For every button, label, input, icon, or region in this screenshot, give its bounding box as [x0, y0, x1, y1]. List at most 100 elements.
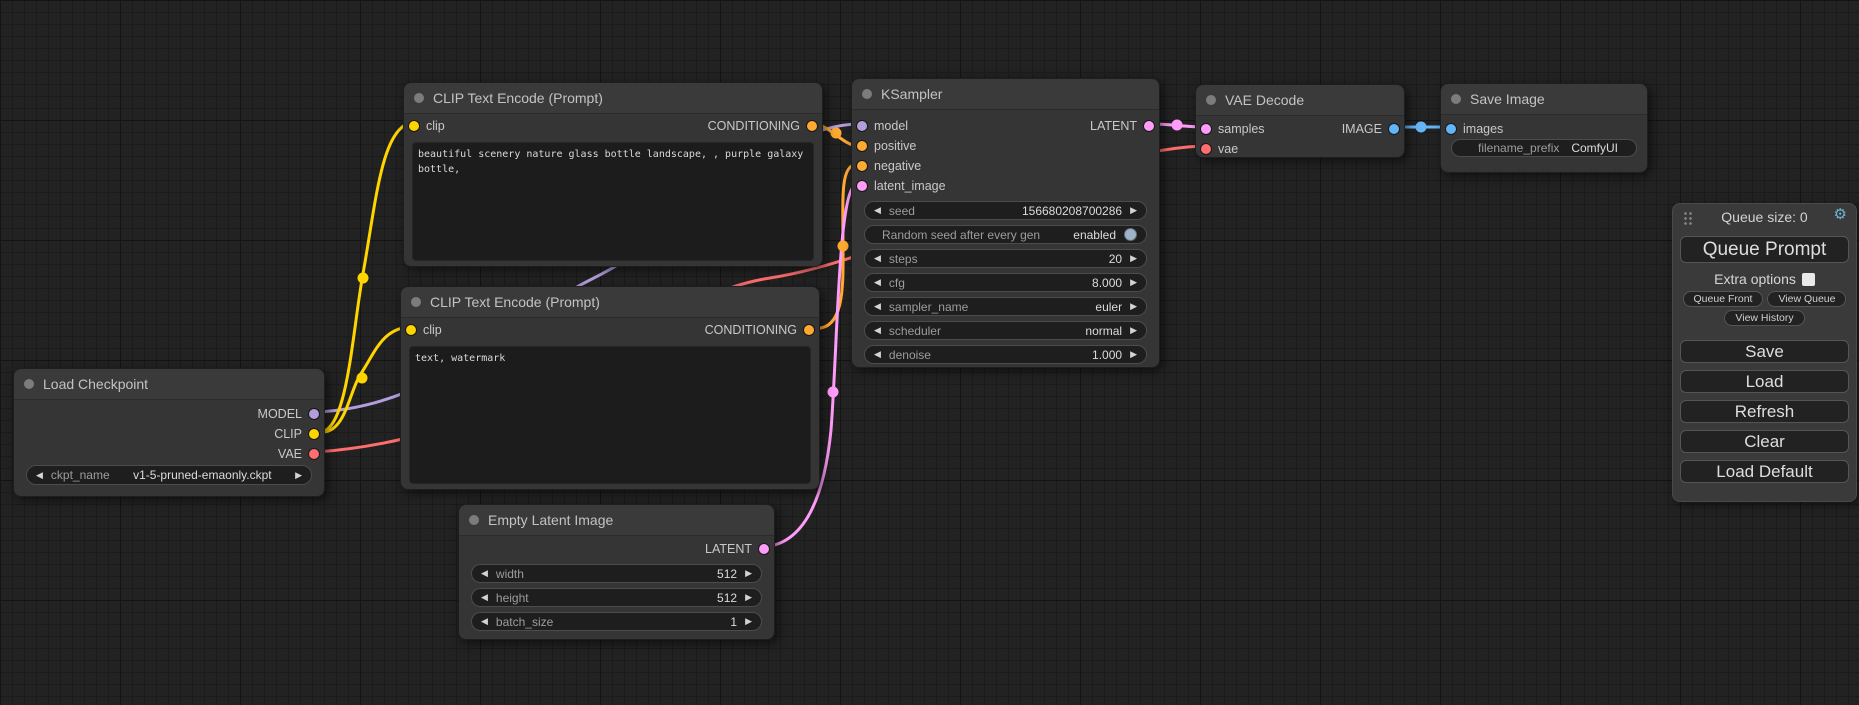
increment-arrow-icon[interactable]: ▶ — [745, 593, 752, 602]
latent-output-port[interactable] — [1144, 121, 1154, 131]
model-output-port[interactable] — [309, 409, 319, 419]
node-title-bar[interactable]: CLIP Text Encode (Prompt) — [401, 287, 819, 318]
link-dot[interactable] — [838, 241, 849, 252]
sampler-name-widget[interactable]: ◀ sampler_name euler ▶ — [864, 297, 1147, 316]
node-title-bar[interactable]: KSampler — [852, 79, 1159, 110]
collapse-dot-icon[interactable] — [1206, 95, 1216, 105]
steps-widget[interactable]: ◀ steps 20 ▶ — [864, 249, 1147, 268]
node-clip-text-encode-negative[interactable]: CLIP Text Encode (Prompt) clip CONDITION… — [400, 286, 820, 490]
increment-arrow-icon[interactable]: ▶ — [745, 569, 752, 578]
decrement-arrow-icon[interactable]: ◀ — [481, 617, 488, 626]
height-widget[interactable]: ◀ height 512 ▶ — [471, 588, 762, 607]
node-vae-decode[interactable]: VAE Decode samples IMAGE vae — [1195, 84, 1405, 158]
link-dot[interactable] — [1172, 120, 1183, 131]
node-ksampler[interactable]: KSampler model LATENT positive negative … — [851, 78, 1160, 368]
cfg-widget[interactable]: ◀ cfg 8.000 ▶ — [864, 273, 1147, 292]
node-empty-latent-image[interactable]: Empty Latent Image LATENT ◀ width 512 ▶ … — [458, 504, 775, 640]
vae-output-port[interactable] — [309, 449, 319, 459]
decrement-arrow-icon[interactable]: ◀ — [874, 278, 881, 287]
collapse-dot-icon[interactable] — [862, 89, 872, 99]
node-title: CLIP Text Encode (Prompt) — [430, 294, 600, 310]
link-dot[interactable] — [828, 387, 839, 398]
view-history-button[interactable]: View History — [1724, 310, 1804, 326]
node-title: Load Checkpoint — [43, 376, 148, 392]
samples-input-port[interactable] — [1201, 124, 1211, 134]
increment-arrow-icon[interactable]: ▶ — [295, 471, 302, 480]
increment-arrow-icon[interactable]: ▶ — [1130, 326, 1137, 335]
node-title-bar[interactable]: Load Checkpoint — [14, 369, 324, 400]
extra-options-checkbox[interactable] — [1802, 273, 1815, 286]
denoise-widget[interactable]: ◀ denoise 1.000 ▶ — [864, 345, 1147, 364]
batch-size-widget[interactable]: ◀ batch_size 1 ▶ — [471, 612, 762, 631]
collapse-dot-icon[interactable] — [469, 515, 479, 525]
widget-label: width — [496, 567, 524, 581]
clip-input-port[interactable] — [409, 121, 419, 131]
scheduler-widget[interactable]: ◀ scheduler normal ▶ — [864, 321, 1147, 340]
load-button[interactable]: Load — [1680, 370, 1849, 393]
positive-input-port[interactable] — [857, 141, 867, 151]
image-output-port[interactable] — [1389, 124, 1399, 134]
increment-arrow-icon[interactable]: ▶ — [1130, 278, 1137, 287]
enabled-toggle[interactable] — [1124, 228, 1137, 241]
link-dot[interactable] — [358, 273, 369, 284]
filename-prefix-widget[interactable]: filename_prefix ComfyUI — [1451, 139, 1637, 157]
ckpt-name-widget[interactable]: ◀ ckpt_name v1-5-pruned-emaonly.ckpt ▶ — [26, 465, 312, 485]
node-title-bar[interactable]: CLIP Text Encode (Prompt) — [404, 83, 822, 114]
prompt-textarea[interactable]: text, watermark — [409, 346, 811, 484]
node-clip-text-encode-positive[interactable]: CLIP Text Encode (Prompt) clip CONDITION… — [403, 82, 823, 267]
decrement-arrow-icon[interactable]: ◀ — [481, 569, 488, 578]
seed-widget[interactable]: ◀ seed 156680208700286 ▶ — [864, 201, 1147, 220]
decrement-arrow-icon[interactable]: ◀ — [874, 302, 881, 311]
collapse-dot-icon[interactable] — [1451, 94, 1461, 104]
node-save-image[interactable]: Save Image images filename_prefix ComfyU… — [1440, 83, 1648, 173]
width-widget[interactable]: ◀ width 512 ▶ — [471, 564, 762, 583]
increment-arrow-icon[interactable]: ▶ — [1130, 302, 1137, 311]
queue-front-button[interactable]: Queue Front — [1683, 291, 1764, 307]
decrement-arrow-icon[interactable]: ◀ — [481, 593, 488, 602]
latent-output-port[interactable] — [759, 544, 769, 554]
model-input-port[interactable] — [857, 121, 867, 131]
port-row-positive: positive — [852, 136, 1159, 156]
node-title-bar[interactable]: Empty Latent Image — [459, 505, 774, 536]
decrement-arrow-icon[interactable]: ◀ — [874, 254, 881, 263]
decrement-arrow-icon[interactable]: ◀ — [874, 206, 881, 215]
random-seed-widget[interactable]: Random seed after every gen enabled — [864, 225, 1147, 244]
conditioning-output-port[interactable] — [804, 325, 814, 335]
node-title-bar[interactable]: Save Image — [1441, 84, 1647, 115]
gear-icon[interactable]: ⚙ — [1834, 207, 1847, 222]
queue-prompt-button[interactable]: Queue Prompt — [1680, 236, 1849, 263]
increment-arrow-icon[interactable]: ▶ — [1130, 350, 1137, 359]
clip-input-port[interactable] — [406, 325, 416, 335]
decrement-arrow-icon[interactable]: ◀ — [874, 350, 881, 359]
collapse-dot-icon[interactable] — [411, 297, 421, 307]
decrement-arrow-icon[interactable]: ◀ — [874, 326, 881, 335]
save-button[interactable]: Save — [1680, 340, 1849, 363]
images-input-port[interactable] — [1446, 124, 1456, 134]
increment-arrow-icon[interactable]: ▶ — [1130, 254, 1137, 263]
clear-button[interactable]: Clear — [1680, 430, 1849, 453]
latent-image-input-port[interactable] — [857, 181, 867, 191]
port-row-model: model LATENT — [852, 116, 1159, 136]
prompt-textarea[interactable]: beautiful scenery nature glass bottle la… — [412, 142, 814, 261]
node-load-checkpoint[interactable]: Load Checkpoint MODEL CLIP VAE ◀ ckpt_na… — [13, 368, 325, 497]
widget-label: batch_size — [496, 615, 553, 629]
decrement-arrow-icon[interactable]: ◀ — [36, 471, 43, 480]
link-dot[interactable] — [1416, 122, 1427, 133]
input-label: images — [1463, 122, 1503, 136]
conditioning-output-port[interactable] — [807, 121, 817, 131]
negative-input-port[interactable] — [857, 161, 867, 171]
increment-arrow-icon[interactable]: ▶ — [1130, 206, 1137, 215]
clip-output-port[interactable] — [309, 429, 319, 439]
view-queue-button[interactable]: View Queue — [1767, 291, 1846, 307]
load-default-button[interactable]: Load Default — [1680, 460, 1849, 483]
increment-arrow-icon[interactable]: ▶ — [745, 617, 752, 626]
vae-input-port[interactable] — [1201, 144, 1211, 154]
link-dot[interactable] — [831, 128, 842, 139]
collapse-dot-icon[interactable] — [414, 93, 424, 103]
refresh-button[interactable]: Refresh — [1680, 400, 1849, 423]
output-row-vae: VAE — [14, 444, 324, 464]
drag-handle-icon[interactable] — [1683, 211, 1692, 225]
collapse-dot-icon[interactable] — [24, 379, 34, 389]
link-dot[interactable] — [357, 373, 368, 384]
node-title-bar[interactable]: VAE Decode — [1196, 85, 1404, 116]
